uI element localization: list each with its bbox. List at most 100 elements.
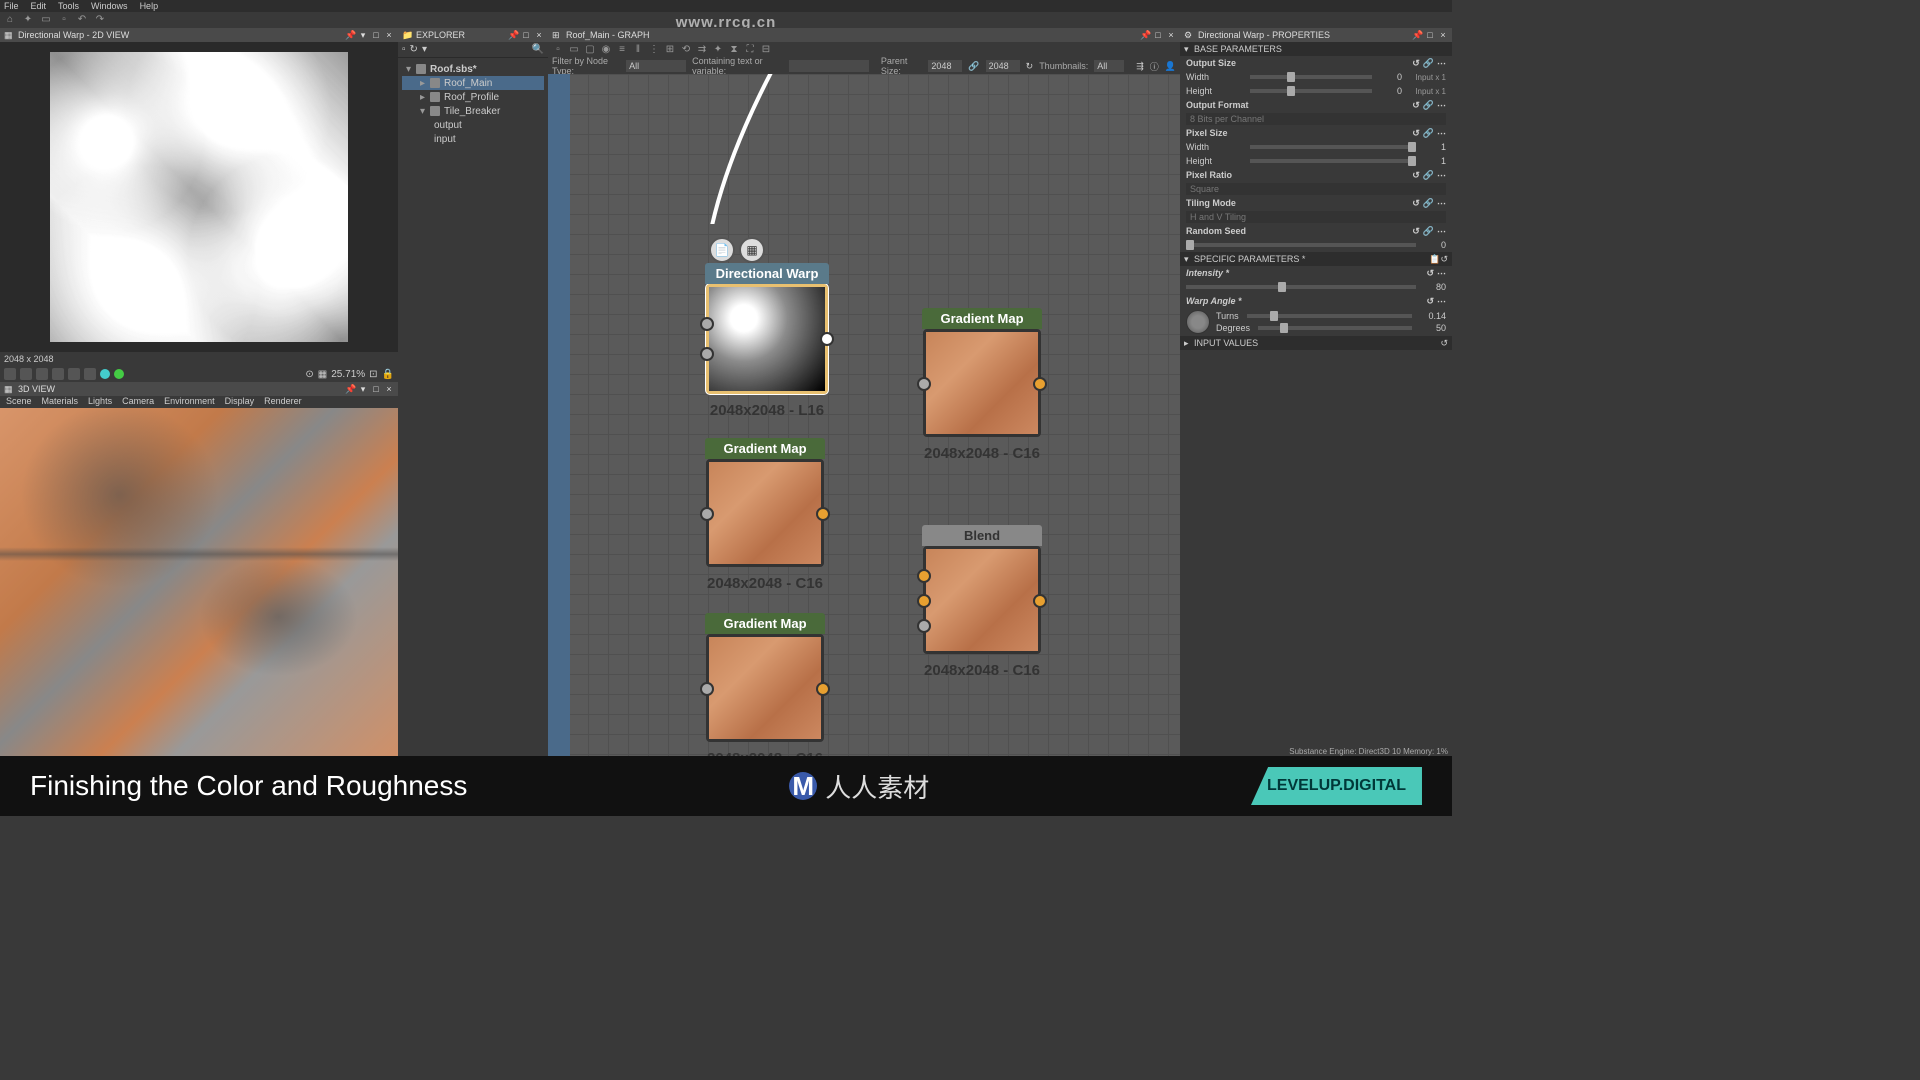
node-icon[interactable]: ▫ [552, 44, 564, 56]
chevron-right-icon[interactable]: ▸ [420, 78, 430, 89]
minimize-icon[interactable]: ▾ [358, 384, 368, 395]
prop-value[interactable]: 80 [1420, 282, 1446, 292]
channel-rgb-icon[interactable] [100, 369, 110, 379]
save-icon[interactable]: ▫ [58, 14, 70, 26]
prop-value[interactable]: 0 [1376, 72, 1402, 82]
reset-all-icon[interactable]: ↺ [1440, 254, 1448, 265]
reset-icon[interactable]: ↺ [1412, 170, 1420, 181]
properties-header[interactable]: ⚙ Directional Warp - PROPERTIES 📌 □ × [1180, 28, 1452, 42]
prop-value[interactable]: 1 [1420, 142, 1446, 152]
menu-help[interactable]: Help [140, 1, 159, 11]
slider-angle-degrees[interactable] [1258, 326, 1412, 330]
close-icon[interactable]: × [1166, 30, 1176, 41]
collapse-icon[interactable]: ▾ [422, 44, 427, 55]
node-port-in[interactable] [700, 507, 714, 521]
pin-icon[interactable]: 📌 [1140, 30, 1150, 41]
copy-icon[interactable]: 📋 [1429, 254, 1440, 265]
filter-text-input[interactable] [789, 60, 869, 72]
more-icon[interactable]: ⋯ [1437, 198, 1446, 209]
node-blend[interactable]: Blend 2048x2048 - C16 [923, 546, 1041, 654]
node-port-out[interactable] [1033, 377, 1047, 391]
parent-size-y-select[interactable] [986, 60, 1020, 72]
graph-input-bar[interactable] [548, 74, 570, 756]
3d-menu-environment[interactable]: Environment [164, 396, 215, 408]
maximize-icon[interactable]: □ [521, 30, 531, 41]
picker-icon[interactable]: ⊙ [305, 369, 313, 380]
collapse-icon[interactable]: ⊟ [760, 44, 772, 56]
node-pin-grid-icon[interactable]: ▦ [739, 237, 765, 263]
panel-2d-header[interactable]: ▦ Directional Warp - 2D VIEW 📌 ▾ □ × [0, 28, 398, 42]
link-size-icon[interactable]: 🔗 [968, 61, 979, 72]
reset-icon[interactable]: ↺ [1412, 128, 1420, 139]
ruler-icon[interactable] [68, 368, 80, 380]
more-icon[interactable]: ⋯ [1437, 170, 1446, 181]
node-gradient-map-2[interactable]: Gradient Map 2048x2048 - C16 [706, 459, 824, 567]
comment-icon[interactable]: ▭ [568, 44, 580, 56]
3d-menu-scene[interactable]: Scene [6, 396, 32, 408]
more-icon[interactable]: ⋯ [1437, 296, 1446, 307]
close-icon[interactable]: × [534, 30, 544, 41]
maximize-icon[interactable]: □ [1153, 30, 1163, 41]
more-icon[interactable]: ⋯ [1437, 100, 1446, 111]
node-port-in-fg[interactable] [917, 569, 931, 583]
chevron-right-icon[interactable]: ▸ [420, 92, 430, 103]
search-icon[interactable]: 🔍 [532, 44, 544, 55]
graph-canvas[interactable]: 📄 ▦ Directional Warp 2048x2048 - L16 Gra… [548, 74, 1180, 756]
reset-all-icon[interactable]: ↺ [1440, 338, 1448, 349]
section-specific-params[interactable]: ▾ SPECIFIC PARAMETERS * 📋 ↺ [1180, 252, 1452, 266]
node-port-out[interactable] [816, 507, 830, 521]
slider-seed[interactable] [1186, 243, 1416, 247]
prop-value[interactable]: 0.14 [1420, 311, 1446, 321]
distribute-icon[interactable]: ⋮ [648, 44, 660, 56]
node-gradient-map-1[interactable]: Gradient Map 2048x2048 - C16 [923, 329, 1041, 437]
panel-3d-header[interactable]: ▦ 3D VIEW 📌 ▾ □ × [0, 382, 398, 396]
link-icon[interactable]: 🔗 [1423, 170, 1434, 181]
flow-icon[interactable]: ⇶ [1136, 61, 1144, 72]
close-icon[interactable]: × [384, 384, 394, 395]
chevron-down-icon[interactable]: ▾ [406, 64, 416, 75]
node-port-out[interactable] [1033, 594, 1047, 608]
tree-item-tile-breaker[interactable]: ▾ Tile_Breaker [402, 104, 544, 118]
autolayout-icon[interactable]: ⇉ [696, 44, 708, 56]
3d-menu-display[interactable]: Display [225, 396, 255, 408]
3d-menu-camera[interactable]: Camera [122, 396, 154, 408]
slider-output-height[interactable] [1250, 89, 1372, 93]
more-icon[interactable]: ⋯ [1437, 268, 1446, 279]
new-icon[interactable]: ✦ [22, 14, 34, 26]
info-icon[interactable]: ⓘ [1150, 60, 1159, 73]
section-input-values[interactable]: ▸ INPUT VALUES ↺ [1180, 336, 1452, 350]
grid-icon[interactable] [4, 368, 16, 380]
3d-menu-lights[interactable]: Lights [88, 396, 112, 408]
maximize-icon[interactable]: □ [371, 30, 381, 41]
slider-pixel-height[interactable] [1250, 159, 1416, 163]
frame-icon[interactable]: ▢ [584, 44, 596, 56]
alpha-icon[interactable]: ▦ [318, 369, 327, 380]
more-icon[interactable]: ⋯ [1437, 226, 1446, 237]
3d-menu-materials[interactable]: Materials [42, 396, 79, 408]
snap-icon[interactable]: ⊞ [664, 44, 676, 56]
menu-tools[interactable]: Tools [58, 1, 79, 11]
new-pkg-icon[interactable]: ▫ [402, 44, 406, 55]
graph-header[interactable]: ⊞ Roof_Main - GRAPH 📌 □ × [548, 28, 1180, 42]
link-icon[interactable]: 🔗 [1423, 198, 1434, 209]
thumb-select[interactable] [1094, 60, 1124, 72]
node-port-in-1[interactable] [700, 317, 714, 331]
filter-type-select[interactable] [626, 60, 686, 72]
node-pin-doc-icon[interactable]: 📄 [709, 237, 735, 263]
prop-tiling-value[interactable]: H and V Tiling [1180, 210, 1452, 224]
view2d-viewport[interactable] [0, 42, 398, 352]
undo-icon[interactable]: ↶ [76, 14, 88, 26]
reset-icon[interactable]: ↺ [1426, 268, 1434, 279]
link-icon[interactable]: 🔗 [1423, 226, 1434, 237]
expand-icon[interactable]: ⛶ [744, 44, 756, 56]
highlight-icon[interactable]: ✦ [712, 44, 724, 56]
maximize-icon[interactable]: □ [371, 384, 381, 395]
timing-icon[interactable]: ⧗ [728, 44, 740, 56]
refresh-icon[interactable]: ↻ [410, 44, 418, 55]
prop-value[interactable]: 1 [1420, 156, 1446, 166]
angle-dial[interactable] [1186, 310, 1210, 334]
slider-output-width[interactable] [1250, 75, 1372, 79]
close-icon[interactable]: × [1438, 30, 1448, 41]
node-port-in-bg[interactable] [917, 594, 931, 608]
home-icon[interactable]: ⌂ [4, 14, 16, 26]
